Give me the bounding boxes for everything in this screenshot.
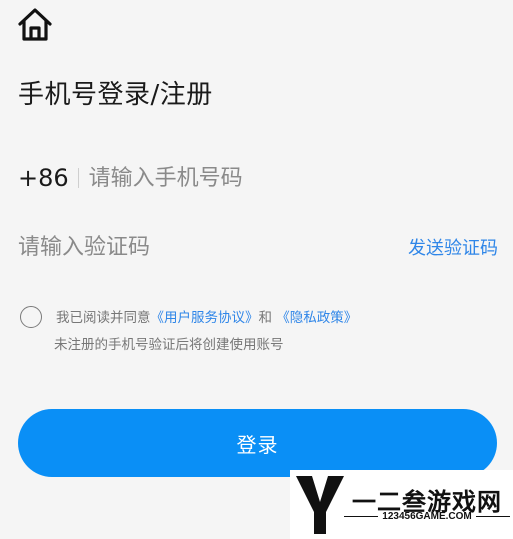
field-divider (77, 168, 79, 188)
login-button[interactable]: 登录 (18, 409, 497, 477)
phone-field-row: +86 (18, 158, 449, 198)
verification-code-input[interactable] (18, 234, 318, 260)
registration-note: 未注册的手机号验证后将创建使用账号 (54, 337, 284, 353)
site-watermark: 一二叁游戏网 123456GAME.COM (290, 470, 513, 539)
watermark-url-row: 123456GAME.COM (344, 511, 511, 522)
privacy-policy-link[interactable]: 《隐私政策》 (276, 310, 357, 326)
agreement-text: 我已阅读并同意《用户服务协议》和 《隐私政策》 (56, 306, 357, 326)
watermark-rule-left (344, 516, 379, 517)
user-agreement-link[interactable]: 《用户服务协议》 (151, 310, 259, 326)
home-icon (18, 8, 52, 41)
watermark-url: 123456GAME.COM (382, 511, 472, 522)
send-code-button[interactable]: 发送验证码 (408, 234, 498, 260)
country-code[interactable]: +86 (18, 164, 69, 192)
agreement-conjunction: 和 (258, 310, 273, 326)
watermark-rule-right (475, 516, 511, 517)
code-field-row: 发送验证码 (18, 227, 498, 267)
page-title: 手机号登录/注册 (18, 80, 213, 110)
home-button[interactable] (16, 6, 54, 44)
agree-radio[interactable] (20, 306, 42, 328)
agreement-prefix: 我已阅读并同意 (56, 310, 151, 326)
watermark-logo-icon (296, 476, 344, 534)
phone-input[interactable] (88, 165, 449, 191)
